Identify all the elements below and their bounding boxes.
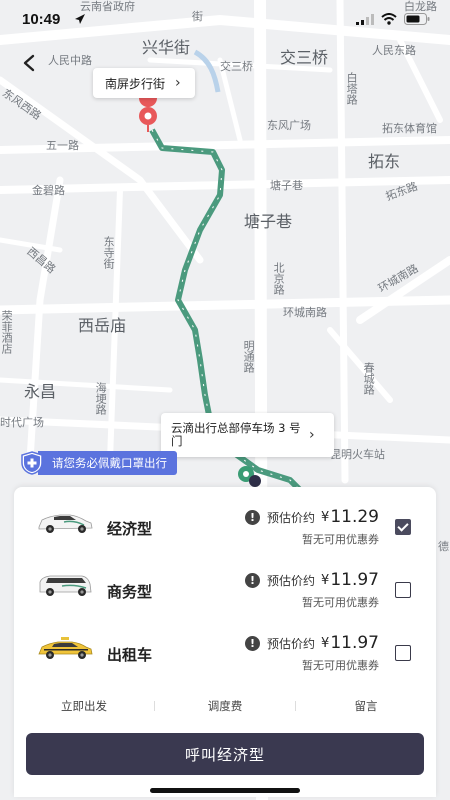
message-option[interactable]: 留言: [296, 698, 436, 714]
shield-plus-icon: [21, 451, 43, 475]
taxi-car-image: [38, 637, 93, 659]
currency-symbol: ¥: [321, 572, 330, 588]
map-label: 时代广场: [0, 416, 44, 429]
map-label: 德: [438, 540, 449, 553]
car-option-taxi[interactable]: 出租车 ! 预估价约 ¥ 11.97 暂无可用优惠券: [14, 621, 436, 681]
map-label: 北京路: [272, 262, 286, 295]
map-label: 交三桥: [280, 48, 329, 67]
chevron-right-icon: ›: [175, 75, 181, 91]
car-option-business[interactable]: 商务型 ! 预估价约 ¥ 11.97 暂无可用优惠券: [14, 558, 436, 618]
home-indicator[interactable]: [150, 788, 300, 793]
price-value: 11.29: [330, 507, 379, 527]
map-label: 白塔路: [345, 72, 359, 105]
signal-icon: [356, 13, 374, 25]
map-label: 春城路: [362, 362, 376, 395]
call-car-button[interactable]: 呼叫经济型: [26, 733, 424, 775]
estimate-label: 预估价约: [267, 636, 316, 651]
car-name: 经济型: [107, 520, 153, 538]
map-label: 拓东体育馆: [382, 122, 437, 135]
price-estimate: ! 预估价约 ¥ 11.97: [245, 633, 379, 653]
map-label: 昆明火车站: [330, 448, 385, 461]
map-label: 五一路: [46, 139, 79, 152]
back-button[interactable]: [14, 48, 44, 78]
map-label: 西岳庙: [78, 316, 127, 335]
map-label: 人民东路: [372, 44, 416, 57]
coupon-status: 暂无可用优惠券: [302, 659, 379, 672]
map-label: 明通路: [242, 340, 256, 373]
price-value: 11.97: [330, 633, 379, 653]
status-icons: [356, 13, 430, 25]
map-label: 金碧路: [32, 184, 65, 197]
car-name: 出租车: [107, 646, 153, 664]
trip-options-row: 立即出发 调度费 留言: [14, 695, 436, 717]
business-car-image: [39, 575, 92, 596]
estimate-label: 预估价约: [267, 510, 316, 525]
info-icon[interactable]: !: [245, 572, 261, 588]
back-arrow-icon: [23, 54, 35, 72]
map-label: 塘子巷: [270, 179, 303, 192]
origin-callout[interactable]: 云滴出行总部停车场 3 号门 ›: [161, 413, 334, 457]
map-label: 环城南路: [283, 306, 327, 319]
wifi-icon: [381, 13, 397, 25]
coupon-status: 暂无可用优惠券: [302, 533, 379, 546]
destination-label: 南屏步行街: [105, 76, 166, 91]
currency-symbol: ¥: [321, 635, 330, 651]
status-bar: 10:49: [0, 0, 450, 44]
map-label: 海埂路: [94, 382, 108, 415]
car-option-economy[interactable]: 经济型 ! 预估价约 ¥ 11.29 暂无可用优惠券: [14, 495, 436, 555]
coupon-status: 暂无可用优惠券: [302, 596, 379, 609]
dispatch-fee-option[interactable]: 调度费: [155, 698, 295, 714]
select-checkbox[interactable]: [395, 582, 411, 598]
map-label: 人民中路: [48, 54, 92, 67]
chevron-right-icon: ›: [309, 427, 315, 443]
map-label: 交三桥: [220, 60, 253, 73]
info-icon[interactable]: !: [245, 509, 261, 525]
battery-icon: [404, 13, 430, 25]
car-name: 商务型: [107, 583, 153, 601]
origin-label: 云滴出行总部停车场 3 号门: [171, 420, 301, 448]
price-value: 11.97: [330, 570, 379, 590]
ride-options-panel: 经济型 ! 预估价约 ¥ 11.29 暂无可用优惠券 商务型 ! 预估价约 ¥ …: [14, 487, 436, 797]
status-time: 10:49: [22, 11, 61, 28]
map-label: 永昌: [24, 382, 57, 401]
select-checkbox[interactable]: [395, 519, 411, 535]
price-estimate: ! 预估价约 ¥ 11.97: [245, 570, 379, 590]
estimate-label: 预估价约: [267, 573, 316, 588]
mask-notice-text: 请您务必佩戴口罩出行: [38, 451, 177, 475]
mask-notice: 请您务必佩戴口罩出行: [20, 450, 177, 476]
depart-time-option[interactable]: 立即出发: [14, 698, 154, 714]
map-label: 荣菲酒店: [0, 310, 14, 354]
map-label: 东风广场: [267, 119, 311, 132]
location-arrow-icon: [75, 14, 85, 24]
info-icon[interactable]: !: [245, 635, 261, 651]
price-estimate: ! 预估价约 ¥ 11.29: [245, 507, 379, 527]
select-checkbox[interactable]: [395, 645, 411, 661]
map-label: 塘子巷: [244, 212, 293, 231]
map-label: 东寺街: [102, 236, 116, 269]
economy-car-image: [38, 514, 93, 533]
currency-symbol: ¥: [321, 509, 330, 525]
map-label: 拓东: [368, 152, 401, 171]
destination-callout[interactable]: 南屏步行街 ›: [93, 68, 195, 98]
